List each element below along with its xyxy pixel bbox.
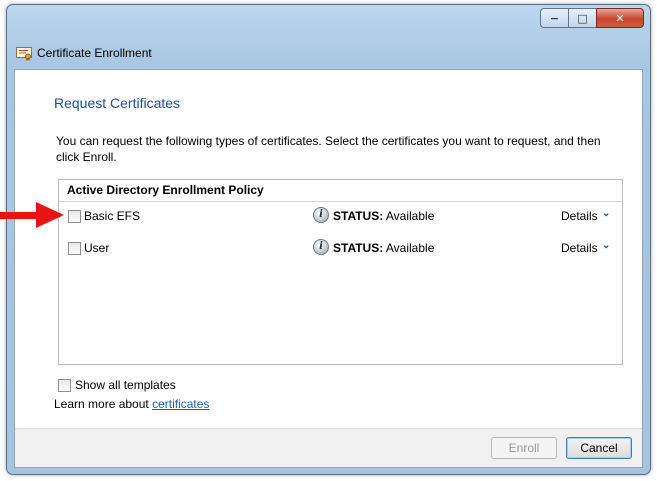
show-all-templates-checkbox[interactable] bbox=[58, 379, 71, 392]
status-value: Available bbox=[385, 241, 435, 255]
info-icon: i bbox=[313, 207, 329, 223]
basic-efs-checkbox[interactable] bbox=[68, 210, 81, 223]
enroll-button[interactable]: Enroll bbox=[491, 437, 557, 459]
status-label: STATUS: bbox=[333, 241, 384, 255]
certificate-enrollment-window: Certificate Enrollment − □ ✕ Request Cer… bbox=[6, 4, 651, 475]
chevron-down-icon[interactable]: ⌄ bbox=[602, 208, 610, 219]
certificates-link[interactable]: certificates bbox=[152, 397, 209, 411]
dialog-footer: Enroll Cancel bbox=[15, 428, 642, 467]
info-icon: i bbox=[313, 239, 329, 255]
certificate-label: Basic EFS bbox=[84, 209, 141, 223]
status-label: STATUS: bbox=[333, 209, 384, 223]
enrollment-policy-panel: Active Directory Enrollment Policy Basic… bbox=[58, 179, 623, 365]
minimize-icon: − bbox=[549, 11, 560, 25]
cancel-button[interactable]: Cancel bbox=[566, 437, 632, 459]
minimize-button[interactable]: − bbox=[540, 8, 568, 28]
title-bar[interactable]: Certificate Enrollment − □ ✕ bbox=[7, 5, 650, 67]
certificate-row-user: User i STATUS: Available Details ⌄ bbox=[59, 239, 622, 259]
details-link[interactable]: Details bbox=[561, 241, 598, 255]
page-title: Request Certificates bbox=[54, 95, 181, 111]
details-link[interactable]: Details bbox=[561, 209, 598, 223]
show-all-templates-label: Show all templates bbox=[75, 378, 176, 392]
red-arrow-annotation-icon bbox=[0, 202, 64, 228]
maximize-button[interactable]: □ bbox=[568, 8, 596, 28]
learn-more-prefix: Learn more about bbox=[54, 397, 149, 411]
window-controls: − □ ✕ bbox=[540, 8, 644, 28]
page-description: You can request the following types of c… bbox=[56, 134, 601, 164]
status-text: STATUS: Available bbox=[333, 209, 434, 223]
chevron-down-icon[interactable]: ⌄ bbox=[602, 240, 610, 251]
status-text: STATUS: Available bbox=[333, 241, 434, 255]
maximize-icon: □ bbox=[577, 11, 588, 25]
close-button[interactable]: ✕ bbox=[596, 8, 644, 28]
certificate-row-basic-efs: Basic EFS i STATUS: Available Details ⌄ bbox=[59, 207, 622, 227]
certificate-icon bbox=[16, 47, 32, 61]
user-checkbox[interactable] bbox=[68, 242, 81, 255]
dialog-content: Request Certificates You can request the… bbox=[14, 69, 643, 468]
policy-header: Active Directory Enrollment Policy bbox=[59, 180, 622, 202]
learn-more-text: Learn more about certificates bbox=[54, 397, 209, 411]
close-icon: ✕ bbox=[615, 11, 625, 25]
certificate-label: User bbox=[84, 241, 110, 255]
window-title: Certificate Enrollment bbox=[37, 46, 152, 60]
status-value: Available bbox=[385, 209, 435, 223]
